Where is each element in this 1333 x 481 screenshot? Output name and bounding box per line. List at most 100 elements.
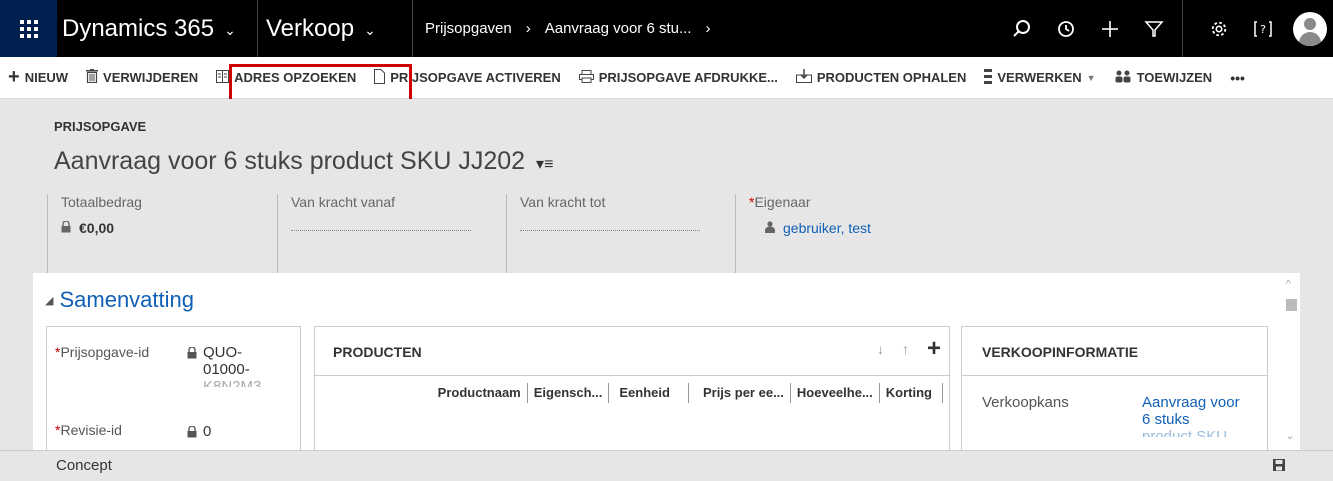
products-grid-header: Productnaam Eigensch... Eenheid Prijs pe… bbox=[315, 375, 949, 409]
top-nav-actions: ? bbox=[1000, 0, 1333, 57]
divider bbox=[1182, 0, 1183, 57]
quote-id-label-row: *Prijsopgave-id bbox=[55, 344, 149, 360]
move-down-icon[interactable]: ↓ bbox=[877, 341, 884, 357]
process-label: VERWERKEN bbox=[997, 70, 1082, 85]
quote-id-label: Prijsopgave-id bbox=[60, 344, 150, 360]
command-bar: + NIEUW VERWIJDEREN ADRES OPZOEKEN PRIJS… bbox=[0, 57, 1333, 99]
new-button[interactable]: + NIEUW bbox=[0, 57, 77, 99]
svg-text:?: ? bbox=[1260, 23, 1266, 36]
sales-info-title: VERKOOPINFORMATIE bbox=[982, 344, 1139, 360]
revision-id-label-row: *Revisie-id bbox=[55, 422, 122, 438]
print-quote-button[interactable]: PRIJSOPGAVE AFDRUKKE... bbox=[570, 57, 787, 99]
breadcrumb-quotes[interactable]: Prijsopgaven bbox=[425, 20, 512, 37]
opportunity-line-1: Aanvraag voor bbox=[1142, 394, 1240, 411]
owner-label-row: *Eigenaar bbox=[749, 194, 995, 210]
more-commands-icon[interactable]: ••• bbox=[1221, 57, 1254, 99]
quote-id-value-row: QUO- 01000- K8N2M3 bbox=[187, 344, 261, 387]
entity-name: PRIJSOPGAVE bbox=[54, 119, 147, 134]
effective-from-label: Van kracht vanaf bbox=[291, 194, 396, 210]
lookup-address-label: ADRES OPZOEKEN bbox=[234, 70, 357, 85]
activate-quote-button[interactable]: PRIJSOPGAVE ACTIVEREN bbox=[365, 57, 569, 99]
lock-icon bbox=[61, 220, 71, 236]
effective-to-input[interactable] bbox=[520, 230, 700, 231]
chevron-down-icon: ⌄ bbox=[224, 22, 236, 38]
process-button[interactable]: VERWERKEN ▼ bbox=[975, 57, 1104, 99]
effective-from-input[interactable] bbox=[291, 230, 471, 231]
user-icon bbox=[765, 220, 775, 236]
area-switcher[interactable]: Verkoop ⌄ bbox=[266, 0, 413, 57]
document-icon bbox=[374, 68, 386, 87]
vertical-scrollbar[interactable]: ^ ⌄ bbox=[1283, 273, 1300, 450]
record-header: PRIJSOPGAVE Aanvraag voor 6 stuks produc… bbox=[0, 99, 1333, 274]
status-bar: Concept bbox=[0, 450, 1333, 481]
column-unit[interactable]: Eenheid bbox=[609, 382, 689, 403]
move-up-icon[interactable]: ↑ bbox=[902, 341, 909, 357]
owner-label: Eigenaar bbox=[754, 194, 811, 210]
save-icon[interactable] bbox=[1273, 458, 1285, 475]
opportunity-label: Verkoopkans bbox=[982, 394, 1069, 411]
scroll-up-icon[interactable]: ^ bbox=[1286, 279, 1291, 290]
print-quote-label: PRIJSOPGAVE AFDRUKKE... bbox=[598, 70, 778, 85]
divider bbox=[962, 375, 1267, 376]
section-title: Samenvatting bbox=[59, 287, 194, 312]
quote-id-line-2: 01000- bbox=[203, 361, 250, 378]
sales-info-panel: VERKOOPINFORMATIE Verkoopkans Aanvraag v… bbox=[961, 326, 1268, 450]
scroll-down-icon[interactable]: ⌄ bbox=[1286, 431, 1294, 442]
filter-icon[interactable] bbox=[1132, 0, 1176, 57]
plus-icon: + bbox=[8, 66, 20, 88]
delete-button[interactable]: VERWIJDEREN bbox=[77, 57, 207, 99]
add-icon[interactable] bbox=[1088, 0, 1132, 57]
quote-id-line-3: K8N2M3 bbox=[203, 378, 262, 387]
process-icon bbox=[984, 68, 993, 87]
top-nav-bar: Dynamics 365 ⌄ Verkoop ⌄ Prijsopgaven › … bbox=[0, 0, 1333, 57]
record-status: Concept bbox=[56, 457, 112, 474]
effective-to-label: Van kracht tot bbox=[520, 194, 606, 210]
app-switcher[interactable]: Dynamics 365 ⌄ bbox=[62, 0, 258, 57]
add-product-icon[interactable]: + bbox=[927, 335, 941, 363]
trash-icon bbox=[86, 69, 99, 86]
breadcrumb-separator-icon[interactable]: › bbox=[705, 20, 710, 37]
column-product-name[interactable]: Productnaam bbox=[432, 382, 528, 403]
revision-id-value-row: 0 bbox=[187, 423, 211, 442]
get-products-button[interactable]: PRODUCTEN OPHALEN bbox=[787, 57, 976, 99]
quote-id-value: QUO- 01000- K8N2M3 bbox=[203, 344, 261, 387]
effective-to-field[interactable]: Van kracht tot bbox=[506, 194, 735, 274]
total-amount-field: Totaalbedrag €0,00 bbox=[47, 194, 277, 274]
lock-icon bbox=[187, 346, 197, 387]
recent-icon[interactable] bbox=[1044, 0, 1088, 57]
quote-id-line-1: QUO- bbox=[203, 344, 243, 361]
section-header[interactable]: ◢ Samenvatting bbox=[45, 287, 194, 313]
breadcrumb: Prijsopgaven › Aanvraag voor 6 stu... › bbox=[425, 0, 710, 57]
address-book-icon bbox=[216, 69, 230, 86]
effective-from-field[interactable]: Van kracht vanaf bbox=[277, 194, 506, 274]
help-icon[interactable]: ? bbox=[1241, 0, 1285, 57]
assign-button[interactable]: TOEWIJZEN bbox=[1105, 57, 1222, 99]
delete-button-label: VERWIJDEREN bbox=[103, 70, 199, 85]
area-name: Verkoop bbox=[266, 14, 355, 42]
owner-link[interactable]: gebruiker, test bbox=[783, 220, 871, 236]
form-selector-icon[interactable]: ▾≡ bbox=[536, 156, 553, 173]
column-discount[interactable]: Korting bbox=[880, 382, 943, 403]
new-button-label: NIEUW bbox=[24, 70, 69, 85]
breadcrumb-record[interactable]: Aanvraag voor 6 stu... bbox=[545, 20, 692, 37]
products-title: PRODUCTEN bbox=[333, 344, 422, 360]
opportunity-link[interactable]: Aanvraag voor 6 stuks product SKU bbox=[1142, 394, 1240, 437]
activate-quote-label: PRIJSOPGAVE ACTIVEREN bbox=[390, 70, 561, 85]
search-icon[interactable] bbox=[1000, 0, 1044, 57]
lookup-address-button[interactable]: ADRES OPZOEKEN bbox=[207, 57, 365, 99]
assign-label: TOEWIJZEN bbox=[1136, 70, 1213, 85]
avatar[interactable] bbox=[1293, 11, 1327, 46]
app-launcher-icon[interactable] bbox=[0, 0, 57, 57]
column-quantity[interactable]: Hoeveelhe... bbox=[791, 382, 880, 403]
column-properties[interactable]: Eigensch... bbox=[528, 382, 610, 403]
scrollbar-thumb[interactable] bbox=[1286, 299, 1297, 311]
products-subgrid: PRODUCTEN ↓ ↑ + Productnaam Eigensch... … bbox=[314, 326, 950, 450]
caret-down-icon: ▼ bbox=[1086, 72, 1096, 83]
revision-id-value: 0 bbox=[203, 423, 212, 440]
settings-icon[interactable] bbox=[1197, 0, 1241, 57]
opportunity-line-3: product SKU bbox=[1142, 428, 1228, 437]
column-price-per-unit[interactable]: Prijs per ee... bbox=[689, 382, 791, 403]
owner-field: *Eigenaar gebruiker, test bbox=[735, 194, 995, 274]
collapse-triangle-icon: ◢ bbox=[45, 294, 54, 307]
revision-id-label: Revisie-id bbox=[60, 422, 122, 438]
